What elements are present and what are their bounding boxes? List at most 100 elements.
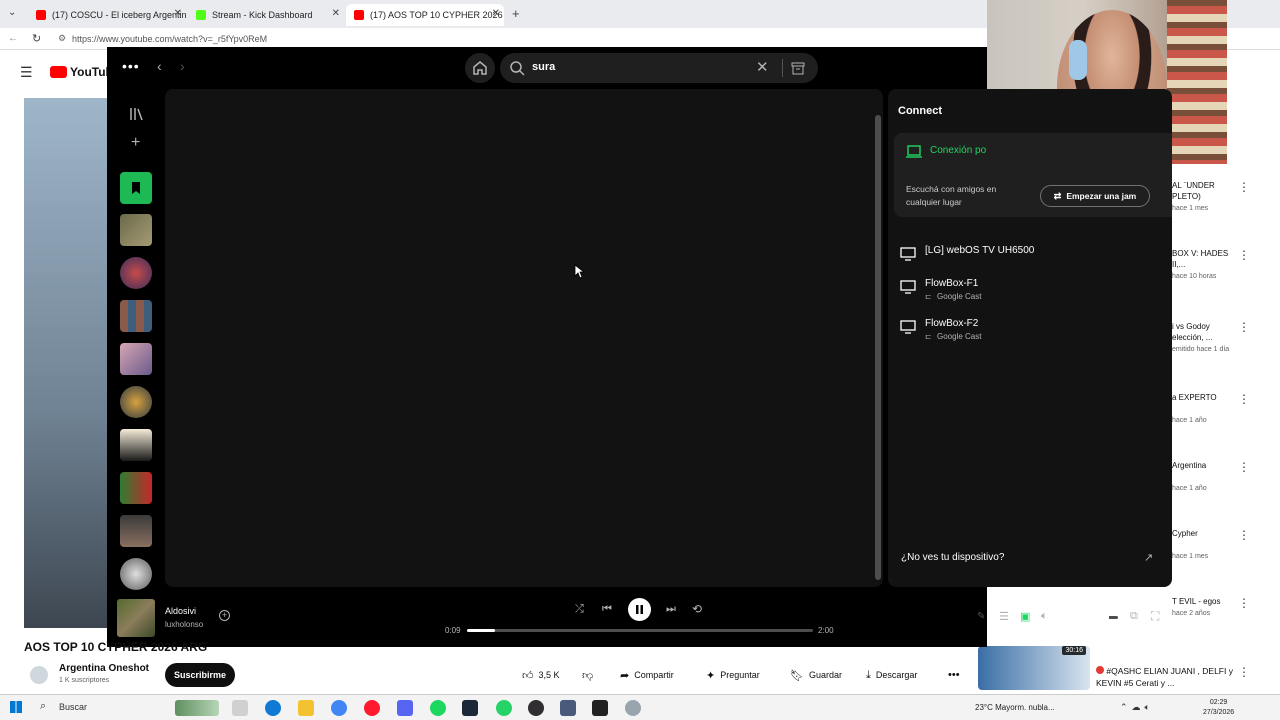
browse-icon[interactable] [790, 60, 806, 76]
taskbar-search-input[interactable]: Buscar [59, 702, 87, 712]
sidebar-video-8[interactable]: #QASHC ELIAN JUANI , DELFI y KEVIN #5 Ce… [1096, 665, 1246, 689]
sidebar-video-4[interactable]: a EXPERTO hace 1 año [1172, 392, 1242, 426]
volume-icon[interactable]: 🔈︎ [1041, 610, 1048, 623]
forward-arrow-icon[interactable]: › [180, 58, 185, 74]
now-playing-cover[interactable] [117, 599, 155, 637]
file-explorer-icon[interactable] [298, 700, 314, 716]
device-flowbox-f1[interactable]: FlowBox-F1 ⊏ Google Cast [900, 278, 1160, 308]
liked-songs-item[interactable] [120, 172, 152, 204]
more-options-icon[interactable]: ⋮ [1238, 665, 1250, 679]
whatsapp-icon[interactable] [496, 700, 512, 716]
calculator-icon[interactable] [560, 700, 576, 716]
site-info-icon[interactable]: ⚙ [58, 33, 66, 44]
back-icon[interactable]: ← [8, 33, 18, 44]
search-input[interactable] [532, 61, 752, 73]
library-item-5[interactable] [120, 386, 152, 418]
tab-list-chevron-icon[interactable]: ⌄ [8, 7, 16, 18]
external-link-icon[interactable]: ↗ [1144, 551, 1153, 564]
chrome-icon[interactable] [331, 700, 347, 716]
shuffle-icon[interactable]: ⤮ [575, 603, 584, 616]
close-tab-icon[interactable]: ✕ [332, 8, 340, 19]
device-flowbox-f2[interactable]: FlowBox-F2 ⊏ Google Cast [900, 318, 1160, 348]
task-view-icon[interactable] [232, 700, 248, 716]
miniplayer-icon[interactable]: ⧉ [1130, 610, 1138, 623]
taskbar-thumb-icon[interactable] [175, 700, 219, 716]
next-icon[interactable]: ⏭ [666, 603, 676, 616]
ask-button[interactable]: ✦ Preguntar [706, 665, 760, 685]
more-options-icon[interactable]: ⋮ [1238, 528, 1250, 542]
fullscreen-icon[interactable]: ⛶ [1151, 609, 1159, 624]
more-menu-icon[interactable]: ••• [122, 58, 140, 74]
more-options-icon[interactable]: ⋮ [1238, 248, 1250, 262]
windows-start-icon[interactable] [10, 701, 22, 713]
steam-icon[interactable] [462, 700, 478, 716]
channel-avatar[interactable] [30, 666, 48, 684]
library-item-9[interactable] [120, 558, 152, 590]
library-item-2[interactable] [120, 257, 152, 289]
close-tab-icon[interactable]: ✕ [492, 8, 500, 19]
more-options-icon[interactable]: ⋮ [1238, 460, 1250, 474]
library-item-4[interactable] [120, 343, 152, 375]
previous-icon[interactable]: ⏮ [602, 603, 612, 616]
track-title[interactable]: Aldosivi [165, 606, 196, 616]
reload-icon[interactable]: ↻ [32, 32, 41, 45]
menu-icon[interactable]: ☰ [20, 64, 33, 81]
taskbar-search-icon[interactable]: ⌕ [40, 700, 46, 713]
home-button[interactable] [465, 53, 495, 83]
close-tab-icon[interactable]: ✕ [174, 8, 182, 19]
connect-device-icon[interactable]: ▣ [1020, 610, 1030, 623]
library-item-6[interactable] [120, 429, 152, 461]
obs-icon[interactable] [528, 700, 544, 716]
weather-widget[interactable]: 23°C Mayorm. nubla... [975, 703, 1055, 712]
start-jam-button[interactable]: ⇄ Empezar una jam [1040, 185, 1150, 207]
back-arrow-icon[interactable]: ‹ [157, 58, 162, 74]
repeat-icon[interactable]: ⟲ [692, 602, 702, 616]
channel-name[interactable]: Argentina Oneshot [59, 663, 149, 674]
save-button[interactable]: 🔖︎ Guardar [790, 665, 842, 685]
library-item-3[interactable] [120, 300, 152, 332]
sidebar-video-2[interactable]: BOX V: HADES II,... hace 10 horas [1172, 248, 1242, 282]
progress-bar[interactable] [467, 629, 813, 632]
more-actions-button[interactable]: ••• [948, 665, 960, 685]
more-options-icon[interactable]: ⋮ [1238, 320, 1250, 334]
dislike-button[interactable]: 👎︎ [582, 665, 593, 685]
like-button[interactable]: 👍︎ 3,5 K [522, 665, 560, 685]
library-icon[interactable] [128, 106, 144, 122]
sidebar-video-6[interactable]: Cypher hace 1 mes [1172, 528, 1242, 562]
search-box[interactable]: ✕ [500, 53, 818, 83]
library-item-8[interactable] [120, 515, 152, 547]
library-item-1[interactable] [120, 214, 152, 246]
share-button[interactable]: ➦ Compartir [620, 665, 674, 685]
main-scrollbar[interactable] [875, 115, 881, 580]
app-icon[interactable] [592, 700, 608, 716]
sidebar-video-1[interactable]: AL ¨UNDER PLETO) hace 1 mes [1172, 180, 1242, 214]
system-tray-icons[interactable]: ⌃☁🔈︎ [1120, 702, 1154, 713]
settings-icon[interactable] [625, 700, 641, 716]
opera-icon[interactable] [364, 700, 380, 716]
browser-tab-3-active[interactable]: (17) AOS TOP 10 CYPHER 2026 AR ✕ [346, 4, 504, 26]
browser-tab-2[interactable]: Stream - Kick Dashboard ✕ [188, 4, 344, 26]
create-playlist-icon[interactable]: + [131, 134, 140, 152]
browser-tab-1[interactable]: (17) COSCU - El iceberg Argentina ✕ [28, 4, 186, 26]
device-lg-tv[interactable]: [LG] webOS TV UH6500 [900, 245, 1160, 275]
more-options-icon[interactable]: ⋮ [1238, 180, 1250, 194]
more-options-icon[interactable]: ⋮ [1238, 392, 1250, 406]
track-artist[interactable]: luxholonso [165, 620, 203, 629]
more-options-icon[interactable]: ⋮ [1238, 596, 1250, 610]
subscribe-button[interactable]: Suscribirme [165, 663, 235, 687]
add-to-library-icon[interactable]: + [219, 610, 230, 621]
library-item-7[interactable] [120, 472, 152, 504]
clock[interactable]: 02:29 27/3/2026 [1203, 698, 1234, 718]
sidebar-video-5[interactable]: Argentina hace 1 año [1172, 460, 1242, 494]
download-button[interactable]: ⤓ Descargar [866, 665, 917, 685]
queue-icon[interactable]: ☰ [999, 610, 1009, 623]
spotify-icon[interactable] [430, 700, 446, 716]
sidebar-video-7[interactable]: T EVIL - egos hace 2 años [1172, 596, 1242, 619]
clear-search-icon[interactable]: ✕ [756, 58, 769, 76]
discord-icon[interactable] [397, 700, 413, 716]
sidebar-thumbnail[interactable]: 30:16 [978, 646, 1090, 690]
url-field[interactable]: https://www.youtube.com/watch?v=_r5fYpv0… [72, 34, 267, 44]
volume-slider[interactable] [1058, 616, 1118, 619]
device-help-link[interactable]: ¿No ves tu dispositivo? [901, 552, 1004, 563]
new-tab-icon[interactable]: + [512, 6, 520, 21]
